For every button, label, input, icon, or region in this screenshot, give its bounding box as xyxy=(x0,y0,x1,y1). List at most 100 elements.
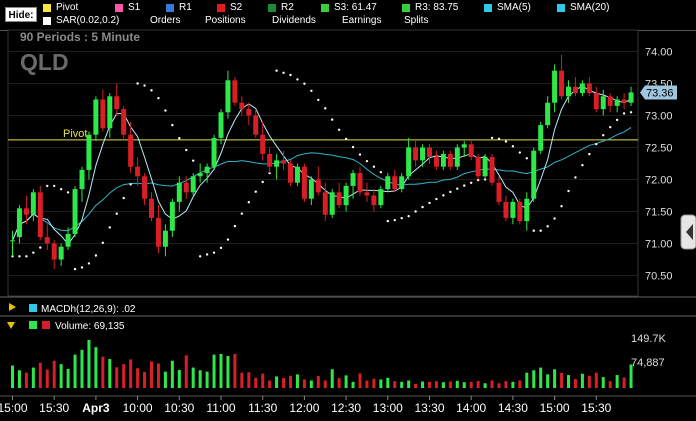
x-tick-label: Apr3 xyxy=(82,401,110,415)
x-tick-label: 12:00 xyxy=(289,401,319,415)
volume-bar xyxy=(580,373,584,388)
sar-dot xyxy=(490,136,494,140)
volume-up-swatch-icon xyxy=(29,321,37,329)
volume-bar xyxy=(295,374,299,388)
candle-body xyxy=(433,157,439,167)
candle-body xyxy=(183,182,189,193)
sar-dot xyxy=(372,165,376,168)
sar-dot xyxy=(157,96,160,100)
price-panel[interactable] xyxy=(7,29,639,297)
sar-dot xyxy=(212,251,216,254)
sar-dot xyxy=(609,125,612,129)
volume-bar xyxy=(393,381,397,388)
volume-bar xyxy=(94,347,98,388)
volume-bar xyxy=(24,372,28,388)
candle-body xyxy=(413,147,419,161)
volume-collapse-icon[interactable] xyxy=(7,322,15,329)
candle-body xyxy=(427,147,432,158)
candle-body xyxy=(517,201,523,222)
volume-bar xyxy=(567,375,570,388)
candle-up xyxy=(482,153,488,180)
sar-dot xyxy=(94,254,98,257)
macd-expand-icon[interactable] xyxy=(9,303,16,311)
sar-dot xyxy=(442,194,445,197)
y-tick-label: 70.50 xyxy=(645,271,673,283)
candle-down xyxy=(489,153,495,186)
sar-dot xyxy=(254,190,257,193)
volume-label: Volume: 69,135 xyxy=(55,321,125,332)
sar-dot xyxy=(289,73,292,77)
candle-down xyxy=(517,198,523,225)
volume-bar xyxy=(330,369,334,388)
trading-chart-window: Hide: Pivot S1 R1 S2 R2 S3: 61.47 R3: 83… xyxy=(0,0,696,421)
sar-dot xyxy=(365,159,369,163)
candle-body xyxy=(72,189,78,234)
candle-body xyxy=(30,192,36,215)
chart-canvas[interactable]: 74.0073.5073.0072.5072.0071.5071.0070.50… xyxy=(0,0,696,421)
sar-dot xyxy=(115,212,118,215)
volume-bar xyxy=(490,380,494,388)
sar-dot xyxy=(296,78,299,81)
sar-dot xyxy=(143,84,146,87)
candle-body xyxy=(531,150,537,199)
sar-dot xyxy=(525,157,528,160)
x-tick-label: 11:00 xyxy=(206,401,235,415)
x-tick-label: 15:30 xyxy=(39,401,69,415)
sar-dot xyxy=(46,184,49,188)
candle-body xyxy=(162,230,168,247)
volume-bar xyxy=(365,380,369,388)
sar-dot xyxy=(129,183,132,186)
sar-dot xyxy=(400,216,403,220)
y-tick-label: 74.00 xyxy=(645,46,673,58)
candle-body xyxy=(79,169,85,190)
x-axis-labels: 15:00 15:30 Apr3 10:00 10:30 11:00 11:30 12:00 1… xyxy=(0,396,612,415)
volume-bar xyxy=(400,381,404,388)
sar-dot xyxy=(497,137,501,141)
candle-body xyxy=(121,109,127,135)
candle-body xyxy=(169,201,175,231)
volume-bar xyxy=(462,382,466,388)
volume-bar xyxy=(441,382,445,388)
candle-body xyxy=(37,192,43,238)
sar-dot xyxy=(567,189,570,193)
sar-dot xyxy=(219,246,223,250)
sar-dot xyxy=(629,111,633,114)
candle-body xyxy=(566,86,571,97)
candle-body xyxy=(607,96,613,106)
volume-bar xyxy=(434,381,438,388)
candle-body xyxy=(93,99,99,135)
volume-bar xyxy=(247,372,251,388)
volume-bar xyxy=(240,372,244,388)
volume-bar xyxy=(511,381,515,388)
sar-dot xyxy=(560,205,563,208)
sar-dot xyxy=(588,152,591,156)
volume-bars xyxy=(11,339,633,388)
candle-body xyxy=(343,185,349,206)
volume-bar xyxy=(170,360,174,388)
volume-bar xyxy=(421,381,425,388)
candle-body xyxy=(225,80,231,113)
candle-body xyxy=(628,92,634,103)
collapse-handle[interactable] xyxy=(680,214,696,250)
volume-bar xyxy=(546,374,550,388)
sar-dot xyxy=(66,191,70,194)
sar-dot xyxy=(108,226,112,229)
volume-bar xyxy=(254,377,258,388)
volume-bar xyxy=(622,377,626,388)
volume-bar xyxy=(108,359,112,388)
macd-swatch-icon xyxy=(29,304,37,312)
volume-bar xyxy=(532,370,536,388)
sar-dot xyxy=(310,89,313,92)
volume-bar xyxy=(115,367,119,388)
candle-body xyxy=(579,83,585,94)
candle-body xyxy=(482,157,488,177)
candle-body xyxy=(218,112,224,138)
sar-dot xyxy=(574,176,577,179)
volume-bar xyxy=(59,364,63,388)
candle-body xyxy=(621,99,627,103)
candle-body xyxy=(211,137,217,167)
volume-bar xyxy=(212,354,216,388)
y-tick-label: 71.50 xyxy=(645,207,673,219)
candle-body xyxy=(10,240,15,242)
sar-dot xyxy=(386,219,389,223)
